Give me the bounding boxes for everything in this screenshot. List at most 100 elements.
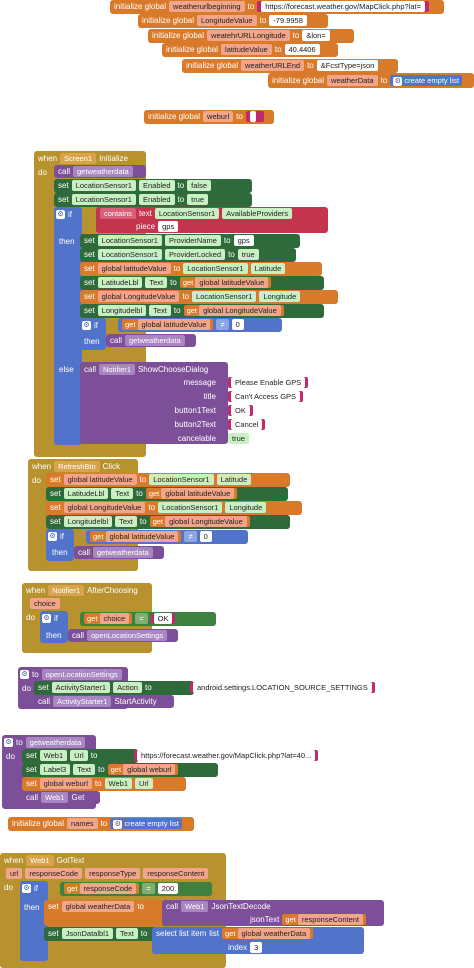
true-value[interactable]: true — [187, 194, 209, 205]
refresh-set-latitude-label[interactable]: set LatitudeLbl Text to get global latit… — [46, 487, 288, 501]
string-value[interactable]: OK — [231, 405, 250, 416]
component-dropdown[interactable]: Web1 — [104, 778, 133, 789]
var-name[interactable]: weatherURLEnd — [241, 60, 305, 71]
show-choose-dialog[interactable]: call Notifier1 ShowChooseDialog message … — [80, 362, 228, 444]
param-choice[interactable]: choice — [30, 598, 60, 609]
var-dropdown[interactable]: global latitudeValue — [63, 474, 137, 485]
string-value[interactable]: -79.9958 — [269, 15, 307, 26]
var-name[interactable]: weatherurlbeginning — [169, 1, 245, 12]
component-dropdown[interactable]: Screen1 — [60, 153, 97, 164]
component-dropdown[interactable]: ActivityStarter1 — [53, 696, 112, 707]
get-global-latitude[interactable]: get global latitudeValue — [122, 319, 214, 330]
var-dropdown[interactable]: global latitudeValue — [161, 488, 235, 499]
property-dropdown[interactable]: Url — [135, 778, 153, 789]
property-dropdown[interactable]: Text — [115, 516, 137, 527]
call-getweatherdata[interactable]: call getweatherdata — [54, 165, 146, 178]
gear-icon[interactable]: ⚙ — [4, 738, 13, 747]
call-json-decode[interactable]: call Web1 JsonTextDecode jsonText get re… — [162, 900, 384, 926]
set-provider-locked[interactable]: set LocationSensor1 ProviderLocked to tr… — [80, 248, 296, 262]
call-start-activity[interactable]: call ActivityStarter1 StartActivity — [34, 695, 174, 708]
var-dropdown[interactable]: global latitudeValue — [137, 319, 211, 330]
var-dropdown[interactable]: global LongitudeValue — [199, 305, 281, 316]
string-value[interactable]: https://forecast.weather.gov/MapClick.ph… — [261, 1, 425, 12]
compare-neq-block[interactable]: get global latitudeValue ≠ 0 — [118, 318, 282, 332]
get-global-latitude[interactable]: get global latitudeValue — [179, 277, 272, 288]
set-label3-text[interactable]: set Label3 Text to get global weburl — [22, 763, 218, 777]
var-name[interactable]: names — [67, 818, 98, 829]
refresh-call-getweatherdata[interactable]: call getweatherdata — [74, 546, 164, 559]
param-responsecode[interactable]: responseCode — [25, 868, 83, 879]
set-web-url[interactable]: set Web1 Url to — [22, 749, 138, 763]
component-dropdown[interactable]: Web1 — [39, 750, 68, 761]
button1-string[interactable]: OK — [228, 405, 253, 416]
proc-dropdown[interactable]: getweatherdata — [93, 547, 153, 558]
param-responsetype[interactable]: responseType — [85, 868, 141, 879]
gear-icon[interactable]: ⚙ — [42, 614, 51, 623]
component-dropdown[interactable]: Label3 — [39, 764, 71, 775]
empty-string-block[interactable] — [245, 111, 264, 122]
refresh-compare-neq[interactable]: get global latitudeValue ≠ 0 — [86, 530, 248, 544]
component-dropdown[interactable]: LocationSensor1 — [71, 194, 136, 205]
var-dropdown[interactable]: global LongitudeValue — [165, 516, 247, 527]
string-value[interactable] — [249, 111, 256, 122]
string-value[interactable]: Can't Access GPS — [231, 391, 301, 402]
var-dropdown[interactable]: choice — [99, 613, 130, 624]
var-dropdown[interactable]: global latitudeValue — [105, 531, 179, 542]
string-value[interactable]: OK — [153, 613, 173, 624]
param-responsecontent[interactable]: responseContent — [143, 868, 209, 879]
inner-if-block[interactable]: ⚙ if then — [80, 318, 106, 350]
ok-string[interactable]: OK — [150, 613, 176, 624]
component-dropdown[interactable]: Web1 — [41, 792, 69, 803]
after-if-block[interactable]: ⚙ if then — [40, 611, 68, 643]
component-dropdown[interactable]: LocationSensor1 — [158, 502, 223, 513]
eq-operator[interactable]: = — [135, 613, 148, 624]
button2-string[interactable]: Cancel — [228, 419, 266, 430]
call-web-get[interactable]: call Web1 Get — [22, 791, 100, 804]
create-empty-list-block[interactable]: ⚙ create empty list — [390, 75, 462, 86]
property-dropdown[interactable]: Text — [116, 928, 138, 939]
string-value[interactable]: Please Enable GPS — [231, 377, 306, 388]
var-name[interactable]: LongitudeValue — [197, 15, 257, 26]
property-dropdown[interactable]: ProviderLocked — [164, 249, 226, 260]
number-value[interactable]: 200 — [157, 883, 179, 894]
message-string[interactable]: Please Enable GPS — [228, 377, 309, 388]
refresh-if-block[interactable]: ⚙ if then — [46, 529, 74, 561]
component-dropdown[interactable]: Web1 — [26, 855, 54, 866]
var-name[interactable]: weatehrURLLongitude — [207, 30, 290, 41]
call-open-location-settings[interactable]: call openLocationSettings — [68, 629, 178, 642]
property-dropdown[interactable]: Action — [113, 682, 142, 693]
gear-icon[interactable]: ⚙ — [113, 820, 123, 829]
proc-dropdown[interactable]: getweatherdata — [125, 335, 185, 346]
property-dropdown[interactable]: Text — [73, 764, 95, 775]
component-dropdown[interactable]: LocationSensor1 — [154, 208, 220, 219]
component-dropdown[interactable]: Notifier1 — [48, 585, 85, 596]
global-latitudevalue[interactable]: initialize global latitudeValue to 40.44… — [162, 43, 338, 57]
property-dropdown[interactable]: Longitude — [225, 502, 267, 513]
get-responsecode[interactable]: get responseCode — [64, 883, 140, 894]
string-value[interactable]: android.settings.LOCATION_SOURCE_SETTING… — [193, 682, 372, 693]
get-global-longitude[interactable]: get global LongitudeValue — [149, 516, 250, 527]
neq-operator[interactable]: ≠ — [216, 319, 229, 330]
get-global-weburl[interactable]: get global weburl — [107, 764, 179, 775]
var-dropdown[interactable]: responseContent — [297, 914, 364, 925]
property-dropdown[interactable]: Text — [145, 277, 168, 288]
get-global-longitude[interactable]: get global LongitudeValue — [183, 305, 284, 316]
set-global-longitude[interactable]: set global LongitudeValue to LocationSen… — [80, 290, 338, 304]
var-name[interactable]: latitudeValue — [221, 44, 272, 55]
component-dropdown[interactable]: JsonDatalbl1 — [61, 928, 114, 939]
string-value[interactable]: &FcstType=json — [316, 60, 379, 71]
string-value[interactable]: gps — [158, 221, 179, 232]
select-list-item[interactable]: select list item list get global weather… — [152, 927, 364, 954]
proc-dropdown[interactable]: getweatherdata — [73, 166, 133, 177]
set-provider-name[interactable]: set LocationSensor1 ProviderName to gps — [80, 234, 300, 248]
set-longitude-label[interactable]: set Longitudelbl Text to get global Long… — [80, 304, 324, 318]
property-dropdown[interactable]: Enabled — [138, 194, 175, 205]
gear-icon[interactable]: ⚙ — [56, 210, 65, 219]
proc-dropdown[interactable]: openLocationSettings — [87, 630, 168, 641]
set-global-weburl[interactable]: set global weburl to Web1 Url — [22, 777, 186, 791]
set-latitude-label[interactable]: set LatitudeLbl Text to get global latit… — [80, 276, 324, 290]
neq-operator[interactable]: ≠ — [184, 531, 197, 542]
var-dropdown[interactable]: global latitudeValue — [97, 263, 171, 274]
get-global-weatherdata[interactable]: get global weatherData — [222, 928, 314, 939]
global-weathrurllongitude[interactable]: initialize global weatehrURLLongitude to… — [148, 29, 354, 43]
